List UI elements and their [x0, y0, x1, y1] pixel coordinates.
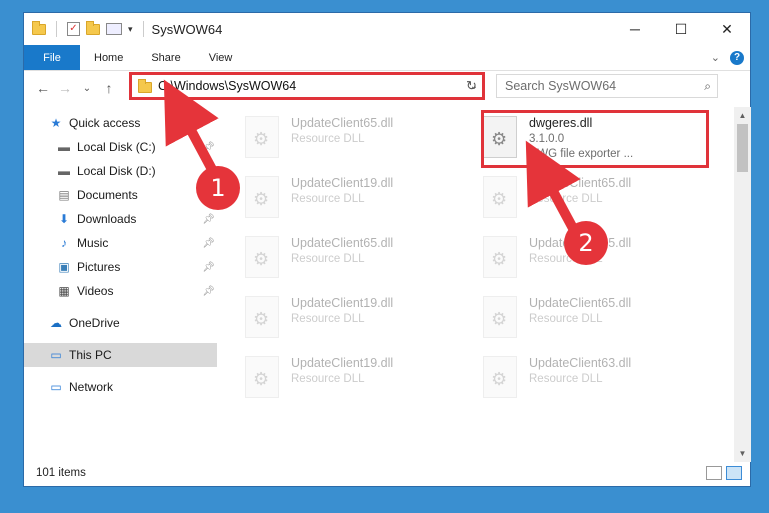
arrow-to-dll-file — [525, 140, 581, 235]
arrow-to-address-bar — [163, 79, 220, 178]
step-1-badge: 1 — [196, 166, 240, 210]
step-2-badge: 2 — [564, 221, 608, 265]
annotation-arrows — [163, 79, 581, 235]
